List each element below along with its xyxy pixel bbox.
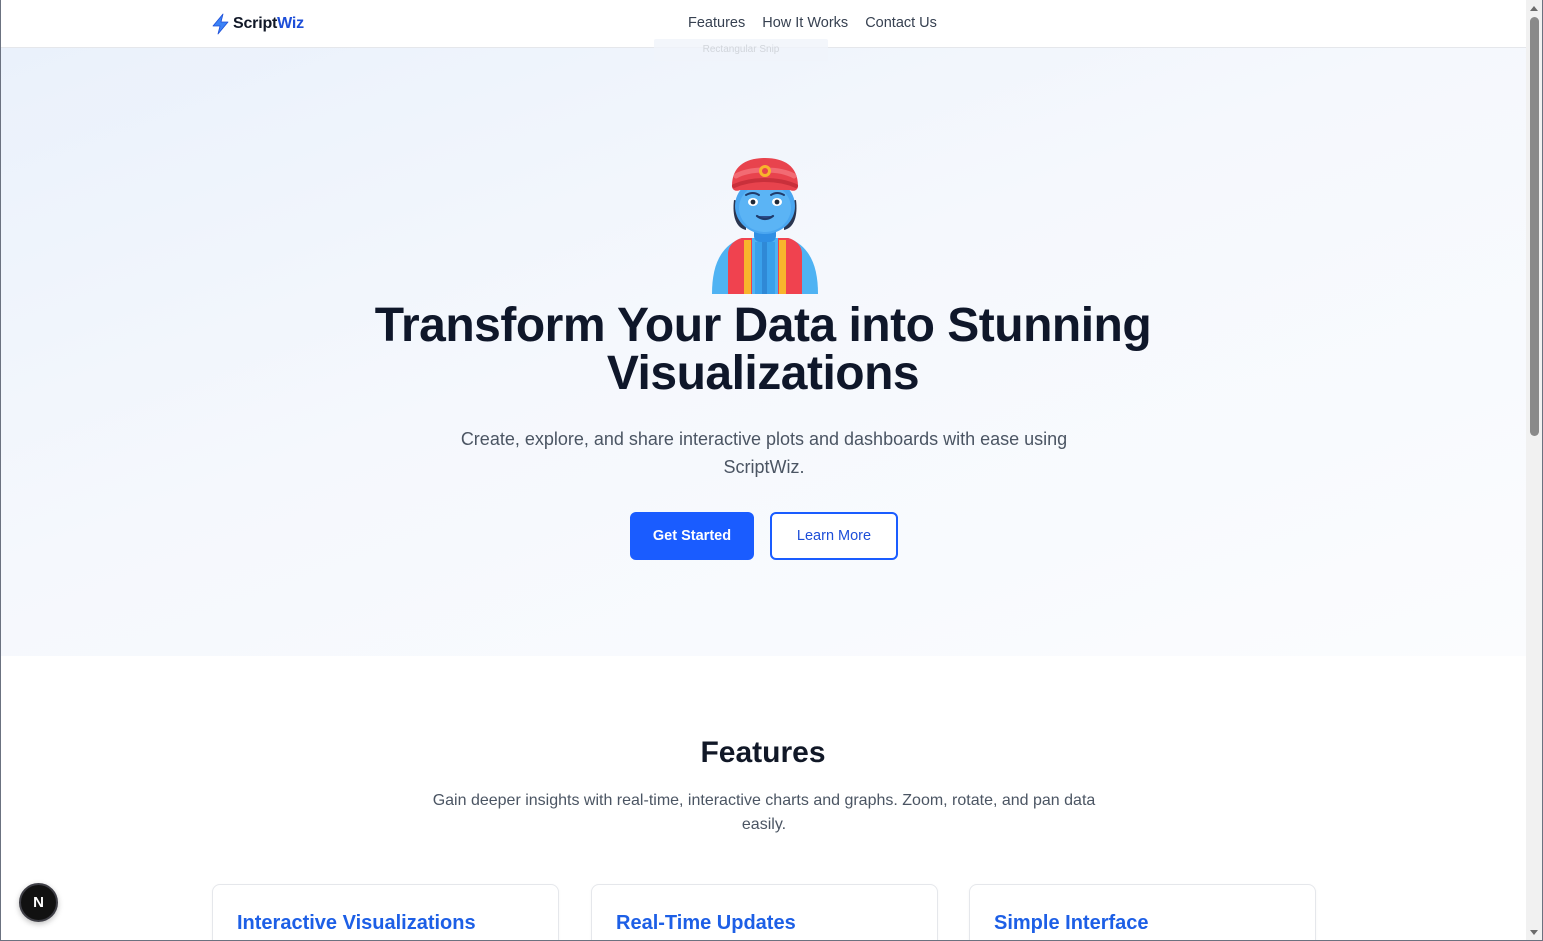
nav-link-how-it-works[interactable]: How It Works bbox=[762, 15, 848, 31]
scroll-down-arrow-icon[interactable] bbox=[1530, 930, 1538, 935]
feature-card-simple-interface[interactable]: Simple Interface bbox=[969, 884, 1316, 941]
scroll-up-arrow-icon[interactable] bbox=[1530, 6, 1538, 11]
brand-name-part2: Wiz bbox=[277, 15, 304, 32]
nav-link-features[interactable]: Features bbox=[688, 15, 745, 31]
feature-card-title: Simple Interface bbox=[994, 912, 1149, 934]
hero-title: Transform Your Data into Stunning Visual… bbox=[263, 302, 1263, 398]
learn-more-button[interactable]: Learn More bbox=[770, 512, 898, 560]
hero-title-line2: Visualizations bbox=[606, 347, 920, 400]
brand-name-part1: Script bbox=[233, 15, 278, 32]
feature-card-real-time-updates[interactable]: Real-Time Updates bbox=[591, 884, 938, 941]
nextjs-logo-icon: N bbox=[33, 894, 44, 911]
feature-card-title: Interactive Visualizations bbox=[237, 912, 476, 934]
brand-logo[interactable]: ScriptWiz bbox=[211, 13, 304, 35]
brand-name: ScriptWiz bbox=[233, 15, 304, 33]
rectangular-snip-overlay: Rectangular Snip bbox=[654, 39, 828, 61]
feature-card-interactive-visualizations[interactable]: Interactive Visualizations bbox=[212, 884, 559, 941]
feature-card-title: Real-Time Updates bbox=[616, 912, 796, 934]
nav-link-contact-us[interactable]: Contact Us bbox=[865, 15, 937, 31]
hero-section: Transform Your Data into Stunning Visual… bbox=[0, 48, 1526, 656]
get-started-button[interactable]: Get Started bbox=[630, 512, 754, 560]
nav-links: Features How It Works Contact Us bbox=[688, 15, 937, 31]
nextjs-dev-badge[interactable]: N bbox=[19, 883, 58, 922]
hero-title-line1: Transform Your Data into Stunning bbox=[374, 299, 1152, 352]
lightning-bolt-icon bbox=[212, 13, 229, 35]
genie-emoji-illustration bbox=[712, 158, 818, 294]
scrollbar-thumb[interactable] bbox=[1530, 17, 1539, 436]
hero-subtitle: Create, explore, and share interactive p… bbox=[460, 429, 1068, 477]
vertical-scrollbar[interactable] bbox=[1526, 0, 1543, 941]
features-subtitle: Gain deeper insights with real-time, int… bbox=[432, 792, 1096, 833]
features-heading: Features bbox=[700, 736, 826, 769]
